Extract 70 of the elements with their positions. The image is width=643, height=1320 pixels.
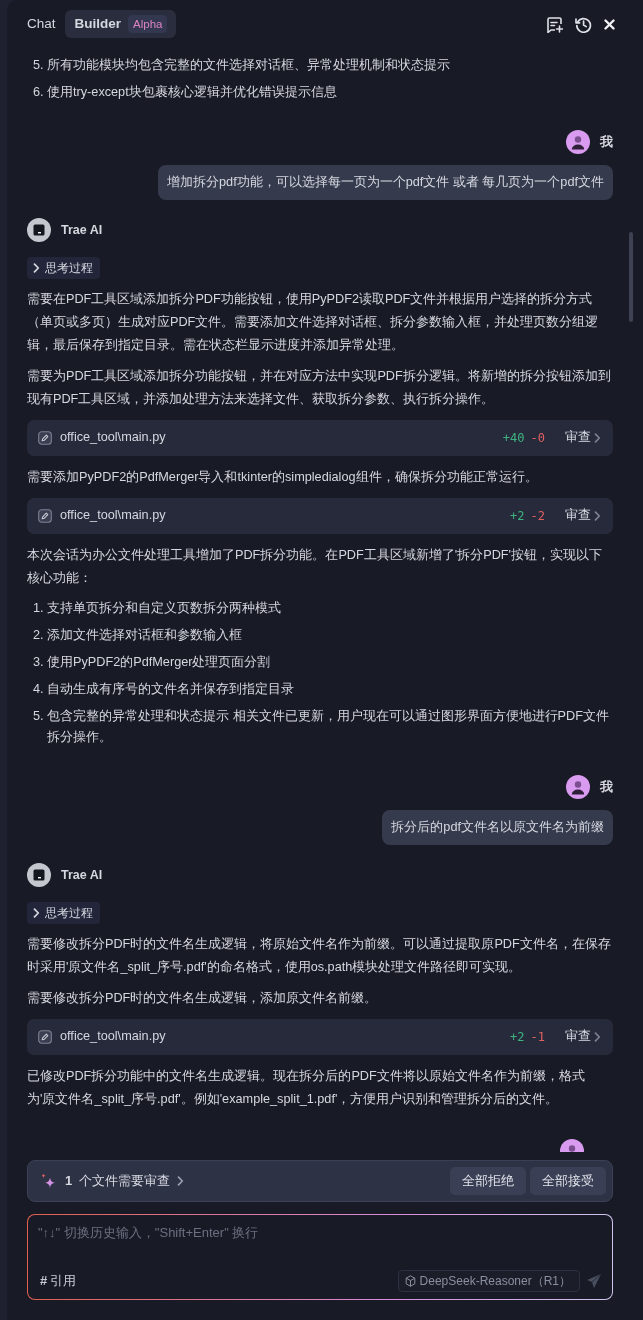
list-number: 6. xyxy=(33,84,45,101)
thinking-toggle[interactable]: 思考过程 xyxy=(27,257,100,279)
scrollbar[interactable] xyxy=(629,232,633,322)
chevron-icon xyxy=(594,1032,601,1042)
lines-added-count: +2 xyxy=(510,508,525,525)
chevron-icon xyxy=(594,511,601,521)
lines-removed-count: -1 xyxy=(530,1029,545,1046)
list-item-text: 使用PyPDF2的PdfMerger处理页面分割 xyxy=(47,654,271,671)
lines-added-count: +2 xyxy=(510,1029,525,1046)
list-number: 4. xyxy=(33,681,45,698)
message-paragraph: 需要在PDF工具区域添加拆分PDF功能按钮，使用PyPDF2读取PDF文件并根据用户选择的拆分方式（单页或多页）生成对应PDF文件。需要添加文件选择对话框、拆分参数输入框，并处理页数分组逻辑，最后保存到指定目录。需在状态栏显示进度并添加异常处理。 xyxy=(27,291,600,354)
message-paragraph: 需要修改拆分PDF时的文件名生成逻辑，添加原文件名前缀。 xyxy=(27,990,379,1007)
model-selector[interactable]: DeepSeek-Reasoner（R1） xyxy=(397,1270,580,1292)
list-number: 1. xyxy=(33,600,45,617)
user-avatar-icon xyxy=(566,130,590,154)
chevron-icon xyxy=(177,1176,185,1186)
assistant-avatar-icon xyxy=(27,863,51,887)
list-item-text: 所有功能模块均包含完整的文件选择对话框、异常处理机制和状态提示 xyxy=(47,57,450,74)
cube-icon xyxy=(404,1275,416,1287)
assistant-avatar-icon xyxy=(27,218,51,242)
message-author: 我 xyxy=(600,778,613,797)
file-path: office_tool\main.py xyxy=(60,1028,166,1046)
file-change-card[interactable]: office_tool\main.py +40 -0 审查 xyxy=(27,420,613,456)
list-item-text: 使用try-except块包裹核心逻辑并优化错误提示信息 xyxy=(47,84,337,101)
review-button[interactable]: 审查 xyxy=(565,428,601,448)
file-change-card[interactable]: office_tool\main.py +2 -2 审查 xyxy=(27,498,613,534)
file-path: office_tool\main.py xyxy=(60,507,166,525)
tab-badge: Alpha xyxy=(128,15,168,33)
mode-tab[interactable]: Chat xyxy=(17,10,65,38)
message-paragraph: 本次会话为办公文件处理工具增加了PDF拆分功能。在PDF工具区域新增了'拆分PDF'按钮，实现以下核心功能： xyxy=(27,547,603,587)
chevron-icon xyxy=(594,433,601,443)
user-avatar-icon xyxy=(560,1139,584,1152)
review-button[interactable]: 审查 xyxy=(565,1027,601,1047)
message-author: Trae AI xyxy=(61,221,103,239)
list-number: 2. xyxy=(33,627,45,644)
message-paragraph: 需要修改拆分PDF时的文件名生成逻辑，将原始文件名作为前缀。可以通过提取原PDF文件名，在保存时采用'原文件名_split_序号.pdf'的命名格式，使用os.path模块处理文件路径即可实现。 xyxy=(27,936,612,976)
edit-icon xyxy=(38,431,52,445)
list-item-text: 包含完整的异常处理和状态提示 相关文件已更新，用户现在可以通过图形界面方便地进行PDF文件拆分操作。 xyxy=(47,708,610,746)
user-message: 增加拆分pdf功能，可以选择每一页为一个pdf文件 或者 每几页为一个pdf文件 xyxy=(158,165,613,200)
review-button[interactable]: 审查 xyxy=(565,506,601,526)
message-author: 我 xyxy=(600,133,613,152)
lines-removed-count: -0 xyxy=(530,430,545,447)
review-action-button[interactable]: 全部接受 xyxy=(530,1167,606,1195)
thinking-toggle[interactable]: 思考过程 xyxy=(27,902,100,924)
lines-added-count: +40 xyxy=(502,430,525,447)
message-author: Trae AI xyxy=(61,866,103,884)
pending-review-button[interactable]: 1 个文件需要审查 xyxy=(40,1171,185,1191)
chat-plus-icon[interactable] xyxy=(546,15,563,33)
user-message: 拆分后的pdf文件名以原文件名为前缀 xyxy=(382,810,613,845)
edit-icon xyxy=(38,1030,52,1044)
close-icon[interactable] xyxy=(604,18,615,30)
list-item-text: 自动生成有序号的文件名并保存到指定目录 xyxy=(47,681,294,698)
lines-removed-count: -2 xyxy=(530,508,545,525)
review-action-button[interactable]: 全部拒绝 xyxy=(450,1167,526,1195)
reference-button[interactable]: # 引用 xyxy=(38,1271,77,1291)
list-number: 5. xyxy=(33,708,45,725)
file-path: office_tool\main.py xyxy=(60,429,166,447)
edit-icon xyxy=(38,509,52,523)
list-number: 5. xyxy=(33,57,45,74)
message-paragraph: 需要添加PyPDF2的PdfMerger导入和tkinter的simpledialog组件，确保拆分功能正常运行。 xyxy=(27,469,539,486)
file-change-card[interactable]: office_tool\main.py +2 -1 审查 xyxy=(27,1019,613,1055)
list-item-text: 支持单页拆分和自定义页数拆分两种模式 xyxy=(47,600,281,617)
user-avatar-icon xyxy=(566,775,590,799)
message-paragraph: 需要为PDF工具区域添加拆分功能按钮，并在对应方法中实现PDF拆分逻辑。将新增的拆分按钮添加到现有PDF工具区域，并添加处理方法来选择文件、获取拆分参数、执行拆分操作。 xyxy=(27,368,612,408)
list-number: 3. xyxy=(33,654,45,671)
mode-tab[interactable]: Builder Alpha xyxy=(64,10,177,38)
message-input[interactable]: "↑↓" 切换历史输入，"Shift+Enter" 换行 xyxy=(38,1221,602,1269)
history-icon[interactable] xyxy=(575,15,592,33)
list-item-text: 添加文件选择对话框和参数输入框 xyxy=(47,627,242,644)
message-paragraph: 已修改PDF拆分功能中的文件名生成逻辑。现在拆分后的PDF文件将以原始文件名作为前缀，格式为'原文件名_split_序号.pdf'。例如'example_split_1.pdf'，方便用户识别和管理拆分后的文件。 xyxy=(27,1068,586,1108)
